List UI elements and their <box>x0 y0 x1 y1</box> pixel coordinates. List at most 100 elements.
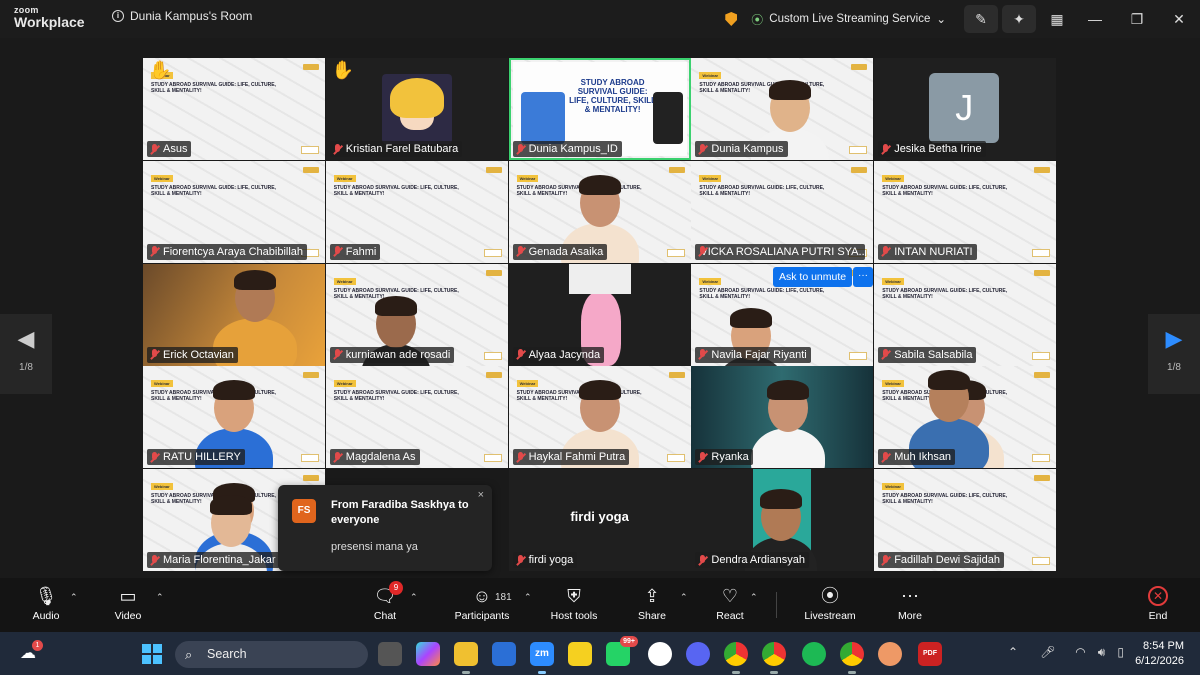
more-button[interactable]: ⋯ More <box>892 584 928 622</box>
participant-nameplate: kurniawan ade rosadi <box>329 346 455 363</box>
video-label: Video <box>114 610 142 622</box>
sparkle-icon[interactable]: ✦ <box>1002 5 1036 33</box>
taskbar-search[interactable]: ⌕ Search <box>175 641 368 668</box>
chevron-up-icon[interactable]: ⌃ <box>1008 645 1018 660</box>
brave-icon[interactable] <box>878 642 902 666</box>
chrome-profile-2-icon[interactable] <box>840 642 864 674</box>
participant-name: Navila Fajar Riyanti <box>711 348 807 361</box>
react-options-caret[interactable]: ⌃ <box>750 592 758 603</box>
participants-options-caret[interactable]: ⌃ <box>524 592 532 603</box>
close-icon[interactable]: × <box>478 489 484 501</box>
info-icon: i <box>112 10 124 22</box>
banner-tag: Webinar <box>516 174 539 182</box>
chat-message: presensi mana ya <box>331 541 418 553</box>
live-stream-dropdown[interactable]: ⦿ Custom Live Streaming Service ⌄ <box>751 11 946 28</box>
apps-grid-icon[interactable]: ▦ <box>1040 5 1074 33</box>
webinar-banner: Webinar STUDY ABROAD SURVIVAL GUIDE: LIFE… <box>882 270 1007 300</box>
video-tile[interactable]: WebinarSTUDY ABROAD SURVIVAL GUIDE: LIFE… <box>325 366 508 469</box>
pdf-reader-icon[interactable]: PDF <box>918 642 942 666</box>
end-button[interactable]: ✕ End <box>1140 584 1176 622</box>
mic-muted-icon <box>332 349 343 360</box>
title-bar: zoom Workplace i Dunia Kampus's Room ⦿ C… <box>0 0 1200 38</box>
minimize-button[interactable]: — <box>1074 11 1116 27</box>
participant-name: Fiorentcya Araya Chabibillah <box>163 245 304 258</box>
clock-date: 6/12/2026 <box>1135 655 1184 667</box>
sticky-notes-icon[interactable] <box>568 642 592 666</box>
windows-start-icon[interactable] <box>142 644 162 664</box>
host-tools-button[interactable]: ⛨ Host tools <box>548 584 600 622</box>
task-view-icon[interactable] <box>378 642 402 666</box>
messenger-icon[interactable] <box>686 642 710 666</box>
restore-button[interactable]: ❐ <box>1116 11 1158 28</box>
chrome-icon[interactable] <box>724 642 748 674</box>
chrome-profile-icon[interactable] <box>762 642 786 674</box>
audio-options-caret[interactable]: ⌃ <box>70 592 78 603</box>
next-page-button[interactable]: ▶ 1/8 <box>1148 314 1200 394</box>
video-tile[interactable]: Alyaa Jacynda <box>508 263 691 366</box>
video-tile[interactable]: ✋ Kristian Farel Batubara <box>325 58 508 160</box>
store-icon[interactable] <box>492 642 516 666</box>
camera-icon: ▭ <box>119 586 137 606</box>
participant-hair <box>769 80 812 100</box>
shield-icon[interactable] <box>725 12 738 26</box>
ask-to-unmute-button[interactable]: Ask to unmute <box>773 267 853 287</box>
whatsapp-business-icon[interactable]: 99+ <box>606 636 638 666</box>
chat-button[interactable]: 🗨︎ 9 Chat <box>368 581 403 622</box>
participant-name: INTAN NURIATI <box>894 245 973 258</box>
audio-button[interactable]: 🎙︎ Audio <box>28 584 64 622</box>
video-button[interactable]: ▭ Video <box>110 584 146 622</box>
livestream-button[interactable]: ⦿ Livestream <box>800 584 860 622</box>
video-tile[interactable]: WebinarSTUDY ABROAD SURVIVAL GUIDE: LIFE… <box>143 160 325 263</box>
react-button[interactable]: ♡ React <box>712 584 748 622</box>
copilot-icon[interactable] <box>416 642 440 666</box>
video-tile[interactable]: Dendra Ardiansyah <box>691 469 874 572</box>
video-tile[interactable]: WebinarSTUDY ABROAD SURVIVAL GUIDE: LIFE… <box>691 160 874 263</box>
whatsapp-icon[interactable] <box>648 642 672 666</box>
video-tile[interactable]: firdi yoga firdi yoga <box>508 469 691 572</box>
mic-muted-icon <box>332 246 343 257</box>
video-tile[interactable]: WebinarSTUDY ABROAD SURVIVAL GUIDE: LIFE… <box>143 58 325 160</box>
close-window-button[interactable]: ✕ <box>1158 11 1200 28</box>
mic-muted-icon <box>880 246 891 257</box>
video-tile[interactable]: WebinarSTUDY ABROAD SURVIVAL GUIDE: LIFE… <box>143 366 325 469</box>
brand-badge <box>483 351 502 360</box>
video-tile[interactable]: WebinarSTUDY ABROAD SURVIVAL GUIDE: LIFE… <box>691 58 874 160</box>
battery-icon[interactable]: ▯ <box>1117 645 1124 660</box>
share-button[interactable]: ⇪ Share <box>634 584 670 622</box>
brand-logo <box>303 475 319 482</box>
video-tile[interactable]: WebinarSTUDY ABROAD SURVIVAL GUIDE: LIFE… <box>874 366 1057 469</box>
shield-icon: ⛨ <box>567 586 581 606</box>
video-tile[interactable]: Erick Octavian <box>143 263 325 366</box>
chat-options-caret[interactable]: ⌃ <box>410 592 418 603</box>
video-tile[interactable]: WebinarSTUDY ABROAD SURVIVAL GUIDE: LIFE… <box>325 263 508 366</box>
tile-more-button[interactable]: ··· <box>853 267 873 287</box>
participant-nameplate: Sabila Salsabila <box>878 346 977 363</box>
video-tile[interactable]: WebinarSTUDY ABROAD SURVIVAL GUIDE: LIFE… <box>508 366 691 469</box>
meeting-info[interactable]: i Dunia Kampus's Room <box>112 9 252 23</box>
microphone-icon[interactable]: 🎤︎ <box>1040 645 1055 660</box>
video-tile[interactable]: WebinarSTUDY ABROAD SURVIVAL GUIDE: LIFE… <box>508 160 691 263</box>
wifi-icon[interactable]: ◠ <box>1075 645 1085 660</box>
file-explorer-icon[interactable] <box>454 642 478 674</box>
share-options-caret[interactable]: ⌃ <box>680 592 688 603</box>
gallery-view: ◀ 1/8 ▶ 1/8 Webinar STUDY ABROAD SURVIVAL… <box>0 38 1200 578</box>
edit-icon[interactable]: ✎ <box>964 5 998 33</box>
volume-icon[interactable]: 🔊︎ <box>1098 645 1106 660</box>
video-tile[interactable]: Ryanka <box>691 366 874 469</box>
prev-page-button[interactable]: ◀ 1/8 <box>0 314 52 394</box>
video-options-caret[interactable]: ⌃ <box>156 592 164 603</box>
participants-button[interactable]: ☺ Participants <box>452 584 512 622</box>
system-clock[interactable]: 8:54 PM 6/12/2026 <box>1135 639 1184 669</box>
video-tile[interactable]: WebinarSTUDY ABROAD SURVIVAL GUIDE: LIFE… <box>874 469 1057 572</box>
video-tile[interactable]: WebinarSTUDY ABROAD SURVIVAL GUIDE: LIFE… <box>874 160 1057 263</box>
video-tile[interactable]: WebinarSTUDY ABROAD SURVIVAL GUIDE: LIFE… <box>325 160 508 263</box>
spotify-icon[interactable] <box>802 642 826 666</box>
video-tile[interactable]: J Jesika Betha Irine <box>874 58 1057 160</box>
video-tile[interactable]: WebinarSTUDY ABROAD SURVIVAL GUIDE: LIFE… <box>874 263 1057 366</box>
chat-notification[interactable]: FS From Faradiba Saskhya to everyone pre… <box>278 485 492 571</box>
weather-icon[interactable]: ☁ 1 <box>20 640 43 663</box>
zoom-app-icon[interactable]: zm <box>530 642 554 674</box>
page-indicator-right: 1/8 <box>1167 362 1181 373</box>
video-tile[interactable]: WebinarSTUDY ABROAD SURVIVAL GUIDE: LIFE… <box>508 58 691 160</box>
raised-hand-icon: ✋ <box>149 60 172 80</box>
